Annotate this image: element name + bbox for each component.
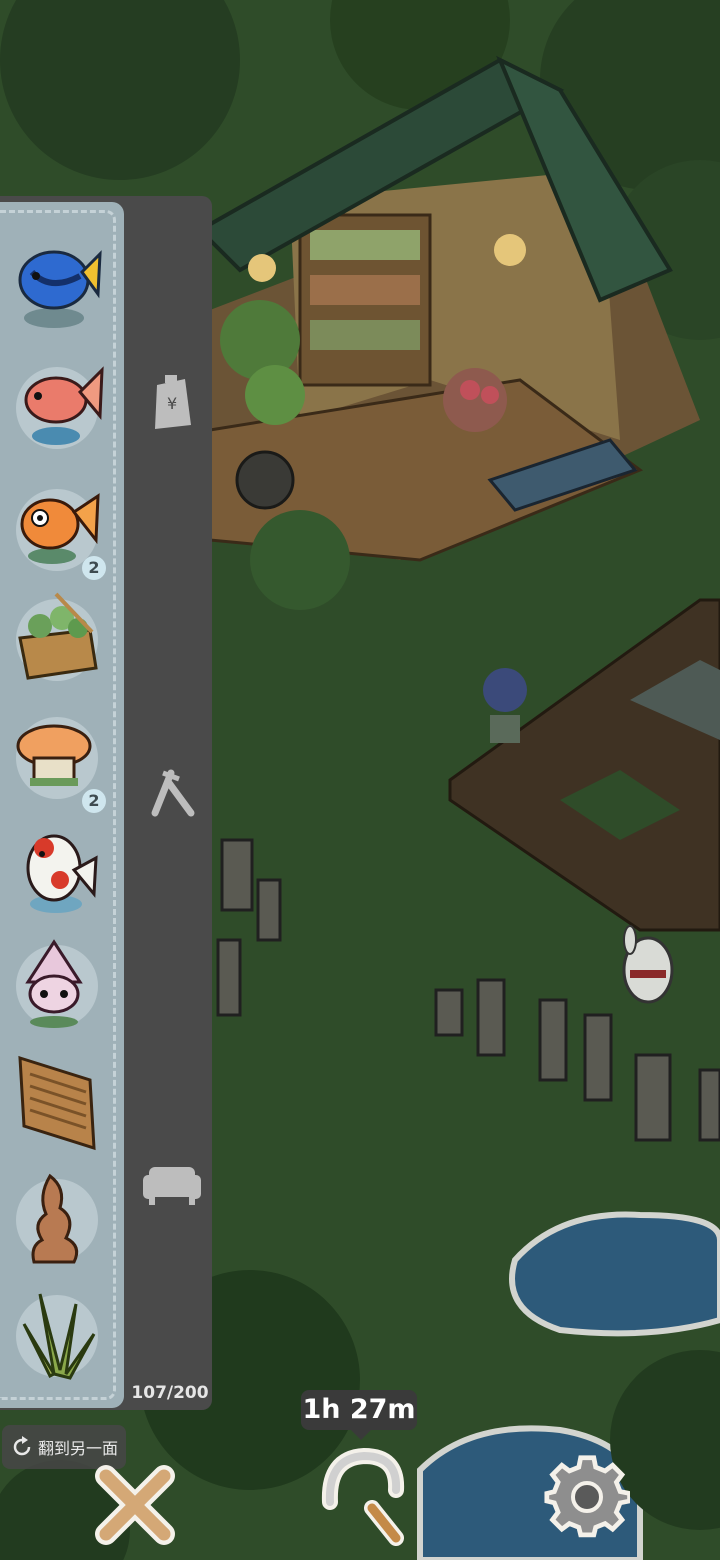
shop-bag-icon: ¥ [155, 375, 191, 429]
inventory-count: 107/200 [131, 1383, 209, 1403]
close-icon [95, 1465, 175, 1545]
gear-icon [544, 1455, 632, 1538]
category-shop-bag[interactable]: ¥ [140, 370, 204, 434]
category-furniture[interactable] [140, 1150, 204, 1214]
inventory-slot-succulent-plant[interactable] [10, 1284, 104, 1388]
inventory-slot-plant-basket[interactable] [10, 588, 104, 692]
flip-side-label: 翻到另一面 [38, 1439, 119, 1458]
wooden-screen-icon [18, 1055, 96, 1151]
rock-statue-icon [16, 1173, 98, 1264]
succulent-plant-icon [16, 1293, 98, 1380]
sickle-tool-button[interactable] [312, 1447, 408, 1553]
harvest-timer: 1h 27m [301, 1390, 417, 1440]
settings-button[interactable] [544, 1454, 632, 1545]
inventory-slot-squid[interactable] [10, 934, 104, 1038]
inventory-slot-rock-statue[interactable] [10, 1168, 104, 1272]
item-count-badge: 2 [82, 556, 106, 580]
blue-fish-icon [18, 250, 102, 328]
inventory-slot-red-fish[interactable] [10, 356, 104, 460]
koi-fish-icon [26, 834, 98, 913]
squid-icon [16, 939, 98, 1028]
furniture-sofa-icon [143, 1167, 201, 1205]
inventory-slot-blue-fish[interactable] [10, 232, 104, 336]
tools-icon [151, 769, 195, 817]
inventory-slot-koi-fish[interactable] [10, 818, 104, 922]
category-tools[interactable] [140, 760, 204, 824]
inventory-slot-wooden-screen[interactable] [10, 1050, 104, 1154]
close-button[interactable] [92, 1462, 178, 1553]
red-fish-icon [16, 366, 104, 449]
rotate-icon [13, 1436, 31, 1456]
plant-basket-icon [16, 592, 98, 681]
svg-text:¥: ¥ [167, 394, 177, 413]
sickle-icon [321, 1447, 405, 1546]
item-count-badge: 2 [82, 789, 106, 813]
